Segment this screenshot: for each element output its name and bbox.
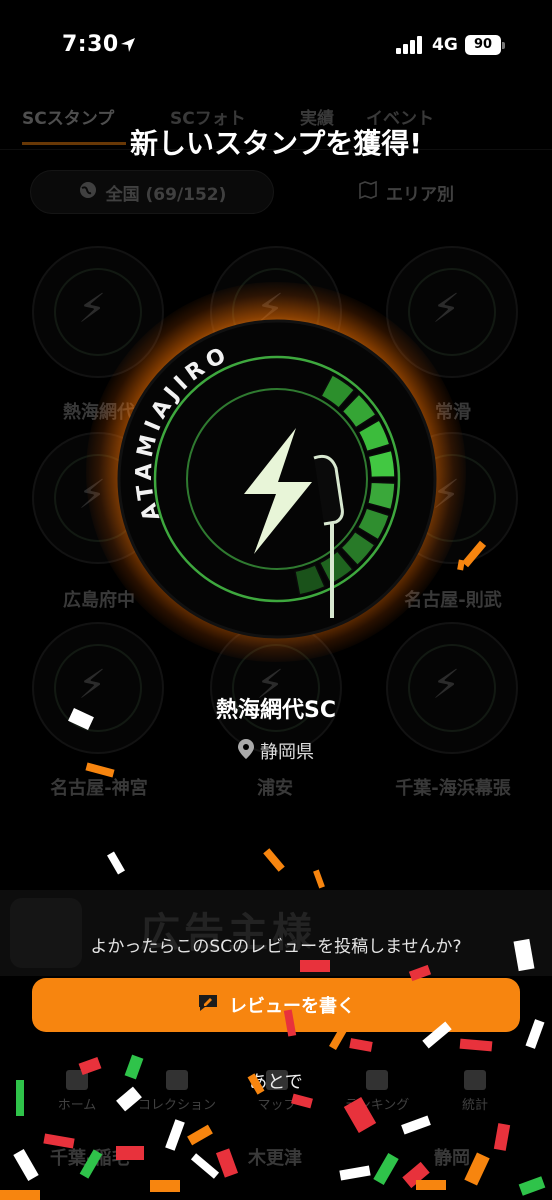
globe-icon xyxy=(78,180,98,205)
stamp-label: 木更津 xyxy=(248,1148,302,1169)
review-prompt: よかったらこのSCのレビューを投稿しませんか? xyxy=(90,937,462,957)
nav-label: コレクション xyxy=(137,1098,216,1113)
filter-all: 全国 (69/152) xyxy=(30,170,274,214)
prefecture-label: 静岡県 xyxy=(260,742,314,763)
stamp-label: 千葉-海浜幕張 xyxy=(395,778,511,799)
stamp-label: 静岡 xyxy=(434,1148,470,1169)
stamp-label: 浦安 xyxy=(257,778,293,799)
map-pin-icon xyxy=(238,739,254,763)
stamp-badge: ATAMIAJIRO xyxy=(117,319,437,639)
gauge-segment xyxy=(367,449,396,479)
filter-area-label: エリア別 xyxy=(386,184,454,205)
status-time: 7:30 xyxy=(62,32,119,57)
map-icon xyxy=(358,180,378,205)
confetti-piece xyxy=(300,960,330,972)
battery-cap xyxy=(502,42,505,49)
modal-title: 新しいスタンプを獲得! xyxy=(130,127,422,160)
bg-stamp: ⚡ xyxy=(32,622,164,754)
confetti-piece xyxy=(16,1080,24,1116)
location-arrow-icon xyxy=(120,37,136,57)
review-pencil-icon xyxy=(197,993,219,1017)
nav-label: 統計 xyxy=(461,1098,488,1113)
confetti-piece xyxy=(116,1146,144,1160)
signal-icon xyxy=(396,36,424,58)
confetti-piece xyxy=(0,1190,40,1200)
confetti-piece xyxy=(416,1180,446,1190)
stamp-label: 名古屋-神宮 xyxy=(50,778,148,799)
status-bar: 7:30 4G 90 xyxy=(0,0,552,90)
battery-icon: 90 xyxy=(465,35,501,55)
network-type: 4G xyxy=(432,35,458,55)
confetti-piece xyxy=(150,1180,180,1192)
filter-all-label: 全国 (69/152) xyxy=(105,184,227,205)
prefecture-row: 静岡県 xyxy=(0,738,552,764)
bg-stamp: ⚡ xyxy=(386,622,518,754)
filter-area: エリア別 xyxy=(290,170,522,214)
nav-label: ホーム xyxy=(57,1098,97,1113)
